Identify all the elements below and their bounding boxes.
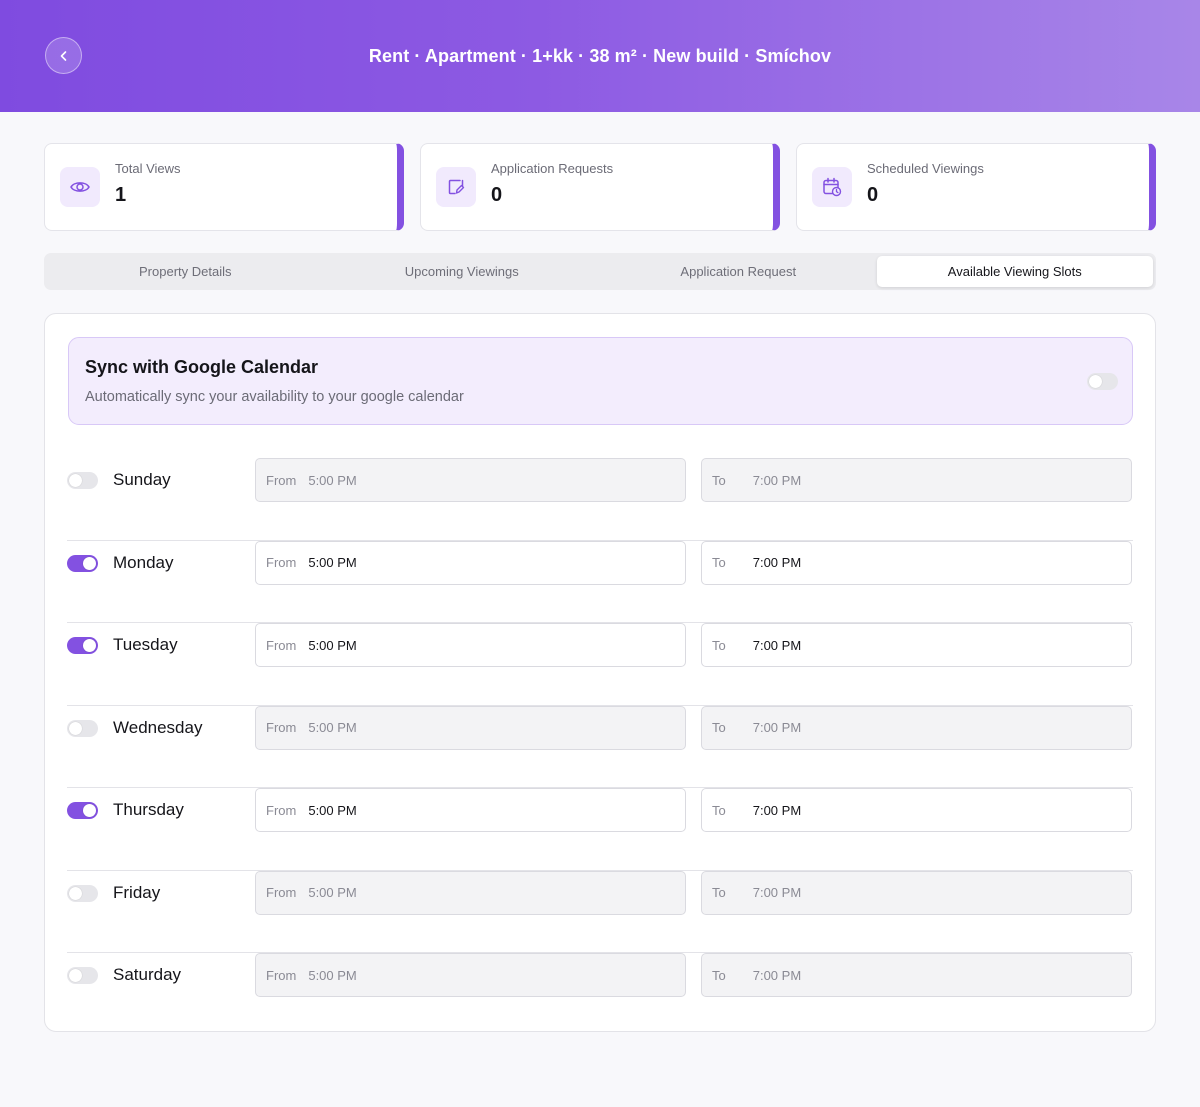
to-time-value: 7:00 PM bbox=[752, 967, 802, 983]
back-button[interactable] bbox=[45, 37, 82, 74]
sync-toggle[interactable] bbox=[1087, 373, 1118, 390]
stat-icon-wrap bbox=[812, 167, 852, 207]
stat-icon-wrap bbox=[436, 167, 476, 207]
from-label: From bbox=[266, 555, 297, 570]
stat-card-application-requests: Application Requests 0 bbox=[420, 143, 780, 231]
to-time-value: 7:00 PM bbox=[752, 637, 802, 653]
from-label: From bbox=[266, 885, 297, 900]
day-toggle[interactable] bbox=[67, 554, 98, 572]
from-time-value: 5:00 PM bbox=[308, 885, 357, 900]
day-name: Wednesday bbox=[113, 717, 203, 737]
day-name: Thursday bbox=[113, 800, 184, 819]
stat-value: 0 bbox=[867, 184, 879, 206]
to-time-value: 7:00 PM bbox=[752, 555, 802, 570]
stat-label: Application Requests bbox=[491, 161, 614, 176]
day-toggle[interactable] bbox=[67, 472, 98, 489]
from-time-value: 5:00 PM bbox=[308, 637, 357, 653]
day-name: Saturday bbox=[113, 965, 182, 984]
page-header: Rent · Apartment · 1+kk · 38 m² · New bu… bbox=[0, 0, 1200, 112]
eye-icon bbox=[70, 182, 90, 192]
day-row-tuesday: Tuesday From 5:00 PM To 7:00 PM bbox=[67, 623, 1133, 706]
day-slots-list: Sunday From 5:00 PM To 7:00 PM Monday Fr… bbox=[67, 458, 1133, 1036]
from-time-field[interactable]: From 5:00 PM bbox=[255, 870, 686, 915]
to-time-value: 7:00 PM bbox=[752, 885, 802, 900]
from-label: From bbox=[266, 637, 297, 653]
day-row-thursday: Thursday From 5:00 PM To 7:00 PM bbox=[67, 788, 1133, 871]
stat-value: 0 bbox=[491, 184, 503, 206]
from-label: From bbox=[266, 472, 297, 488]
to-time-value: 7:00 PM bbox=[752, 720, 802, 735]
to-label: To bbox=[712, 637, 726, 653]
page-title: Rent · Apartment · 1+kk · 38 m² · New bu… bbox=[368, 45, 832, 66]
from-label: From bbox=[266, 720, 297, 735]
to-time-field[interactable]: To 7:00 PM bbox=[701, 540, 1132, 585]
to-time-field[interactable]: To 7:00 PM bbox=[701, 458, 1132, 502]
tab-upcoming-viewings[interactable]: Upcoming Viewings bbox=[324, 256, 601, 287]
from-time-value: 5:00 PM bbox=[308, 555, 357, 570]
from-time-field[interactable]: From 5:00 PM bbox=[255, 788, 686, 832]
to-time-field[interactable]: To 7:00 PM bbox=[701, 705, 1132, 750]
day-row-friday: Friday From 5:00 PM To 7:00 PM bbox=[67, 870, 1133, 953]
note-edit-icon bbox=[448, 179, 465, 195]
to-time-field[interactable]: To 7:00 PM bbox=[701, 623, 1132, 667]
from-time-value: 5:00 PM bbox=[308, 720, 357, 735]
stat-label: Scheduled Viewings bbox=[867, 161, 984, 176]
to-label: To bbox=[712, 472, 726, 488]
day-row-monday: Monday From 5:00 PM To 7:00 PM bbox=[67, 540, 1133, 623]
to-label: To bbox=[712, 720, 726, 735]
to-label: To bbox=[712, 802, 726, 818]
to-label: To bbox=[712, 885, 726, 900]
day-row-saturday: Saturday From 5:00 PM To 7:00 PM bbox=[67, 953, 1133, 1036]
from-time-field[interactable]: From 5:00 PM bbox=[255, 540, 686, 585]
stat-card-scheduled-viewings: Scheduled Viewings 0 bbox=[796, 143, 1156, 231]
to-time-value: 7:00 PM bbox=[752, 472, 802, 488]
to-time-field[interactable]: To 7:00 PM bbox=[701, 788, 1132, 832]
day-name: Sunday bbox=[113, 470, 171, 489]
from-time-field[interactable]: From 5:00 PM bbox=[255, 458, 686, 502]
day-row-wednesday: Wednesday From 5:00 PM To 7:00 PM bbox=[67, 705, 1133, 788]
sync-subtitle: Automatically sync your availability to … bbox=[85, 389, 464, 405]
from-time-value: 5:00 PM bbox=[308, 802, 357, 818]
tab-available-viewing-slots[interactable]: Available Viewing Slots bbox=[876, 256, 1153, 287]
day-toggle[interactable] bbox=[67, 719, 98, 737]
from-time-field[interactable]: From 5:00 PM bbox=[255, 953, 686, 997]
sync-title: Sync with Google Calendar bbox=[85, 357, 319, 377]
stat-card-total-views: Total Views 1 bbox=[44, 143, 404, 231]
stat-icon-wrap bbox=[60, 167, 100, 207]
day-toggle[interactable] bbox=[67, 637, 98, 654]
day-name: Monday bbox=[113, 552, 174, 572]
stat-label: Total Views bbox=[115, 161, 181, 176]
day-toggle[interactable] bbox=[67, 884, 98, 902]
day-toggle[interactable] bbox=[67, 967, 98, 984]
to-label: To bbox=[712, 555, 726, 570]
day-name: Tuesday bbox=[113, 635, 178, 654]
tab-property-details[interactable]: Property Details bbox=[47, 256, 324, 287]
tab-bar: Property Details Upcoming Viewings Appli… bbox=[44, 253, 1156, 290]
tab-application-request[interactable]: Application Request bbox=[600, 256, 877, 287]
stats-row: Total Views 1 Application Requests 0 Sch… bbox=[44, 143, 1156, 231]
day-row-sunday: Sunday From 5:00 PM To 7:00 PM bbox=[67, 458, 1133, 541]
from-time-field[interactable]: From 5:00 PM bbox=[255, 705, 686, 750]
chevron-left-icon bbox=[60, 50, 66, 61]
stat-value: 1 bbox=[115, 184, 127, 206]
from-time-field[interactable]: From 5:00 PM bbox=[255, 623, 686, 667]
to-time-field[interactable]: To 7:00 PM bbox=[701, 953, 1132, 997]
day-toggle[interactable] bbox=[67, 802, 98, 819]
from-label: From bbox=[266, 967, 297, 983]
day-name: Friday bbox=[113, 882, 161, 902]
from-time-value: 5:00 PM bbox=[308, 967, 357, 983]
to-time-value: 7:00 PM bbox=[752, 802, 802, 818]
to-time-field[interactable]: To 7:00 PM bbox=[701, 870, 1132, 915]
google-calendar-sync-card: Sync with Google Calendar Automatically … bbox=[68, 337, 1133, 425]
viewing-slots-panel: Sync with Google Calendar Automatically … bbox=[44, 313, 1156, 1032]
to-label: To bbox=[712, 967, 726, 983]
calendar-clock-icon bbox=[823, 177, 842, 197]
from-time-value: 5:00 PM bbox=[308, 472, 357, 488]
from-label: From bbox=[266, 802, 297, 818]
